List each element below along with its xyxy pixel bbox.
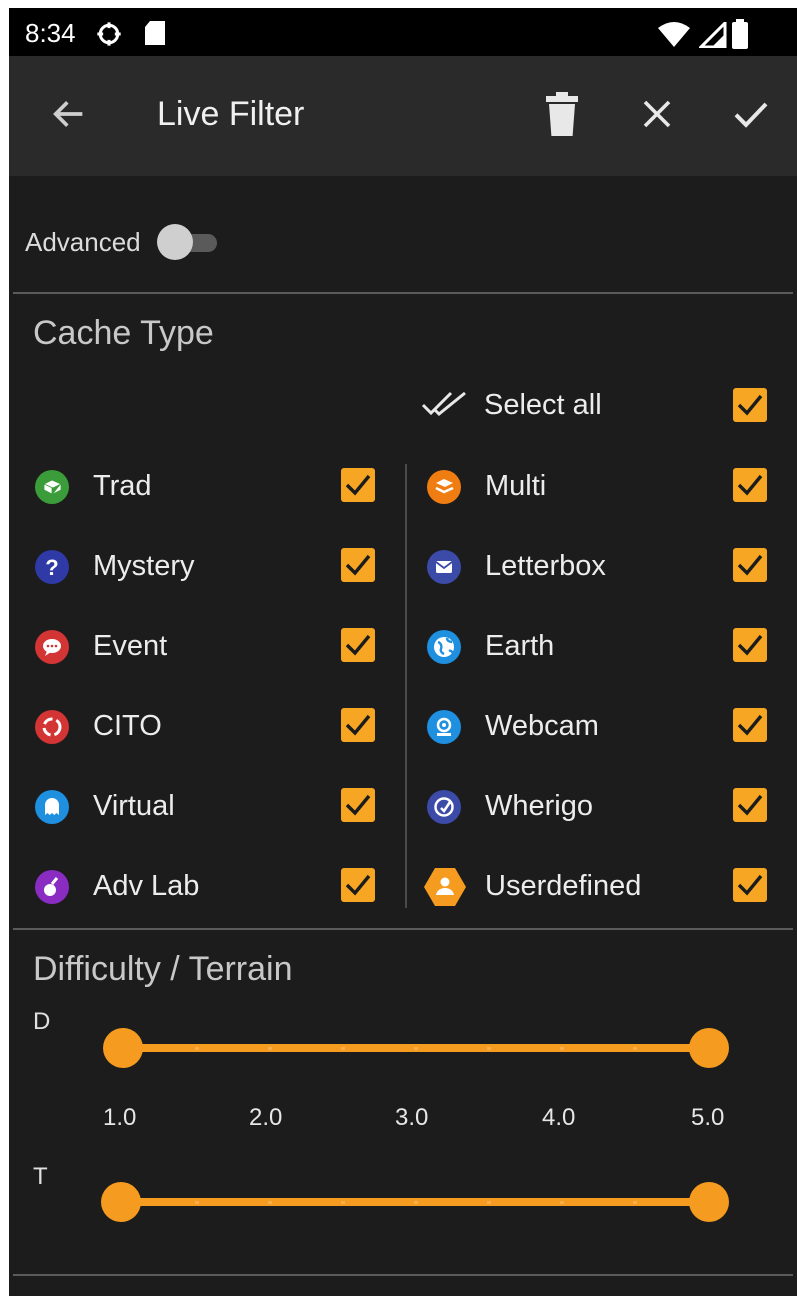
column-separator: [405, 464, 407, 908]
earth-icon: [427, 630, 461, 664]
tick-label: 1.0: [103, 1104, 137, 1131]
divider: [13, 292, 793, 294]
terrain-label: T: [33, 1163, 48, 1190]
slider-tick: [414, 1047, 418, 1050]
slider-tick: [487, 1047, 491, 1050]
double-check-icon: [421, 390, 469, 425]
virtual-icon: [35, 790, 69, 824]
status-bar: 8:34: [9, 8, 797, 56]
slider-tick: [414, 1201, 418, 1204]
terrain-max-knob[interactable]: [689, 1182, 729, 1222]
divider: [13, 928, 793, 930]
slider-tick: [633, 1201, 637, 1204]
webcam-checkbox[interactable]: [733, 708, 767, 742]
userdefined-icon: [423, 866, 467, 913]
slider-tick: [487, 1201, 491, 1204]
adv-lab-label: Adv Lab: [93, 870, 200, 902]
wherigo-label: Wherigo: [485, 790, 593, 822]
earth-label: Earth: [485, 630, 555, 662]
wifi-icon: [657, 22, 691, 53]
mystery-icon: ?: [35, 550, 69, 584]
tick-label: 3.0: [395, 1104, 429, 1131]
trash-icon[interactable]: [544, 92, 580, 141]
userdefined-checkbox[interactable]: [733, 868, 767, 902]
mystery-checkbox[interactable]: [341, 548, 375, 582]
terrain-slider[interactable]: [101, 1174, 743, 1234]
signal-icon: [697, 19, 727, 53]
difficulty-label: D: [33, 1008, 51, 1035]
virtual-label: Virtual: [93, 790, 175, 822]
webcam-icon: [427, 710, 461, 744]
virtual-checkbox[interactable]: [341, 788, 375, 822]
sd-card-icon: [144, 20, 166, 51]
multi-icon: [427, 470, 461, 504]
mystery-label: Mystery: [93, 550, 195, 582]
slider-tick: [341, 1201, 345, 1204]
status-time: 8:34: [25, 18, 76, 48]
live-filter-screen: 8:34 Live Filter Advanced Cache Type Sel…: [9, 8, 797, 1296]
toolbar: Live Filter: [9, 56, 797, 176]
difficulty-slider[interactable]: [103, 1020, 743, 1080]
terrain-min-knob[interactable]: [101, 1182, 141, 1222]
cito-icon: [35, 710, 69, 744]
trad-checkbox[interactable]: [341, 468, 375, 502]
slider-tick: [560, 1201, 564, 1204]
slider-tick: [633, 1047, 637, 1050]
wherigo-icon: [427, 790, 461, 824]
section-title-difficulty-terrain: Difficulty / Terrain: [33, 950, 293, 988]
userdefined-label: Userdefined: [485, 870, 642, 902]
close-icon[interactable]: [639, 96, 675, 137]
divider: [13, 1274, 793, 1276]
event-checkbox[interactable]: [341, 628, 375, 662]
adv-lab-icon: [35, 870, 69, 904]
webcam-label: Webcam: [485, 710, 599, 742]
difficulty-max-knob[interactable]: [689, 1028, 729, 1068]
slider-tick: [268, 1201, 272, 1204]
slider-tick: [560, 1047, 564, 1050]
slider-tick: [341, 1047, 345, 1050]
battery-icon: [731, 19, 749, 54]
wherigo-checkbox[interactable]: [733, 788, 767, 822]
check-icon[interactable]: [731, 94, 771, 139]
cito-checkbox[interactable]: [341, 708, 375, 742]
tick-label: 2.0: [249, 1104, 283, 1131]
slider-tick: [195, 1201, 199, 1204]
gear-icon: [95, 20, 123, 53]
earth-checkbox[interactable]: [733, 628, 767, 662]
trad-label: Trad: [93, 470, 152, 502]
advanced-switch[interactable]: [155, 224, 221, 260]
multi-label: Multi: [485, 470, 547, 502]
select-all-checkbox[interactable]: [733, 388, 767, 422]
difficulty-min-knob[interactable]: [103, 1028, 143, 1068]
page-title: Live Filter: [157, 95, 305, 133]
letterbox-icon: [427, 550, 461, 584]
advanced-label: Advanced: [25, 227, 141, 257]
cito-label: CITO: [93, 710, 162, 742]
letterbox-label: Letterbox: [485, 550, 606, 582]
event-label: Event: [93, 630, 168, 662]
event-icon: [35, 630, 69, 664]
switch-thumb: [157, 224, 193, 260]
tick-label: 4.0: [542, 1104, 576, 1131]
letterbox-checkbox[interactable]: [733, 548, 767, 582]
slider-tick: [195, 1047, 199, 1050]
trad-icon: [35, 470, 69, 504]
slider-tick: [268, 1047, 272, 1050]
tick-label: 5.0: [691, 1104, 725, 1131]
select-all-label: Select all: [484, 389, 602, 421]
back-arrow-icon[interactable]: [49, 94, 89, 139]
multi-checkbox[interactable]: [733, 468, 767, 502]
section-title-cache-type: Cache Type: [33, 314, 214, 352]
svg-text:?: ?: [45, 555, 58, 580]
adv-lab-checkbox[interactable]: [341, 868, 375, 902]
